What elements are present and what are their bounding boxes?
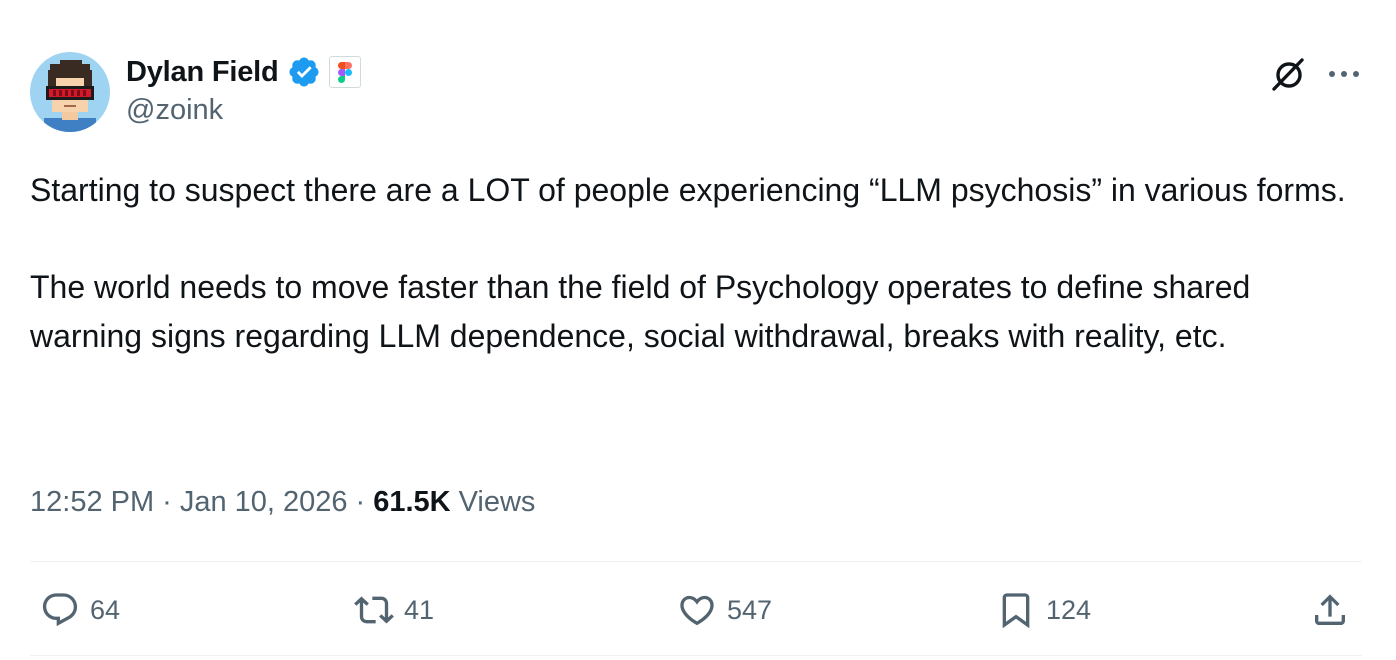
avatar-image [30, 52, 110, 132]
repost-icon [354, 590, 394, 630]
tweet-card: Dylan Field @zoink Starting to suspect t… [0, 0, 1396, 660]
reply-icon [40, 590, 80, 630]
bookmark-count: 124 [1046, 594, 1092, 625]
divider [30, 561, 1362, 562]
tweet-time[interactable]: 12:52 PM [30, 486, 154, 519]
tweet-meta: 12:52 PM · Jan 10, 2026 · 61.5K Views [30, 486, 535, 519]
author-handle[interactable]: @zoink [126, 94, 223, 127]
verified-badge-icon[interactable] [287, 55, 321, 89]
tweet-date[interactable]: Jan 10, 2026 [180, 486, 348, 519]
repost-count: 41 [404, 594, 435, 625]
grok-icon[interactable] [1268, 55, 1308, 95]
author-display-name[interactable]: Dylan Field [126, 56, 279, 89]
author-name-row: Dylan Field [126, 52, 361, 92]
share-button[interactable] [1310, 590, 1350, 630]
views-label: Views [458, 486, 536, 518]
like-count: 547 [727, 594, 773, 625]
divider [30, 655, 1362, 656]
bookmark-button[interactable]: 124 [996, 590, 1091, 630]
meta-separator: · [162, 486, 172, 518]
bookmark-icon [996, 590, 1036, 630]
avatar[interactable] [30, 52, 110, 132]
figma-logo-icon[interactable] [328, 56, 361, 88]
more-options-icon[interactable] [1326, 62, 1362, 86]
tweet-paragraph: Starting to suspect there are a LOT of p… [30, 172, 1346, 208]
tweet-text: Starting to suspect there are a LOT of p… [30, 166, 1370, 360]
reply-count: 64 [90, 594, 121, 625]
reply-button[interactable]: 64 [40, 590, 120, 630]
meta-separator: · [355, 486, 366, 518]
tweet-paragraph: The world needs to move faster than the … [30, 269, 1251, 354]
like-button[interactable]: 547 [677, 590, 772, 630]
heart-icon [677, 590, 717, 630]
repost-button[interactable]: 41 [354, 590, 434, 630]
views-count: 61.5K [373, 486, 451, 518]
share-icon [1310, 590, 1350, 630]
